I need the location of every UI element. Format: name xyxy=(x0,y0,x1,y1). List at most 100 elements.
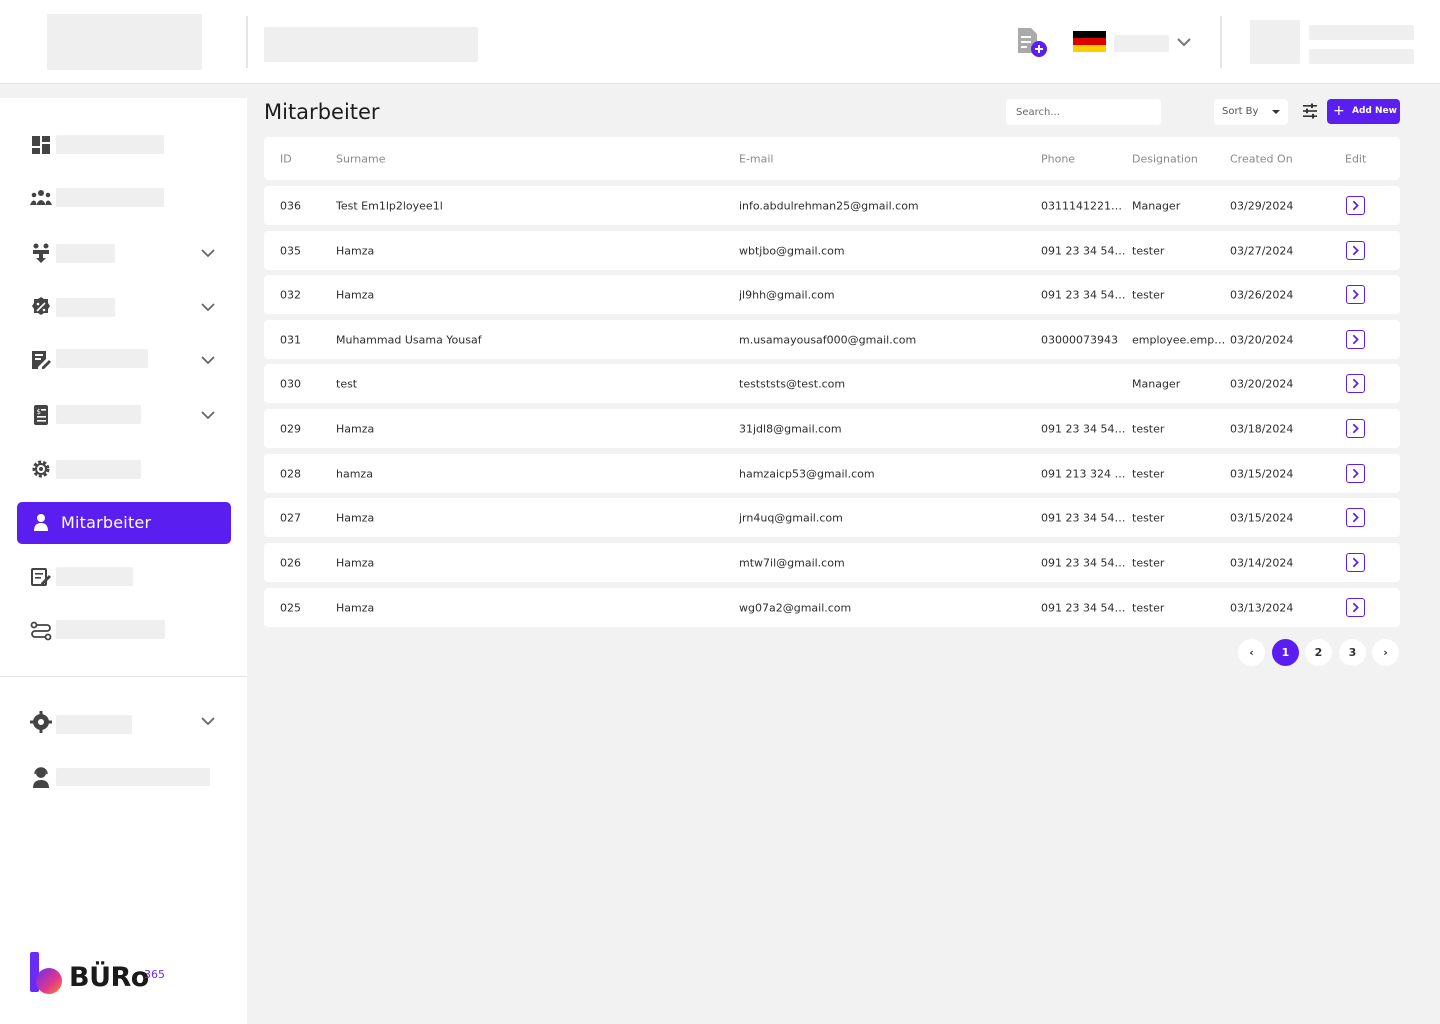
chevron-right-icon[interactable] xyxy=(1346,464,1365,483)
chevron-down-icon[interactable] xyxy=(200,245,216,261)
table-header: ID Surname E-mail Phone Designation Crea… xyxy=(264,137,1400,180)
sidebar-item-structure[interactable] xyxy=(56,244,115,263)
sidebar xyxy=(0,98,247,1024)
cell-phone: 091 23 34 54 65 xyxy=(1041,556,1127,569)
sidebar-item-configuration[interactable] xyxy=(56,715,132,734)
sidebar-item-team[interactable] xyxy=(56,188,164,207)
cell-designation: tester xyxy=(1132,288,1165,301)
chevron-right-icon[interactable] xyxy=(1346,419,1365,438)
chevron-right-icon[interactable] xyxy=(1346,553,1365,572)
chevron-right-icon[interactable] xyxy=(1346,598,1365,617)
search-input[interactable] xyxy=(1006,99,1161,125)
cell-created-on: 03/27/2024 xyxy=(1230,244,1294,257)
table-row[interactable]: 031 Muhammad Usama Yousaf m.usamayousaf0… xyxy=(264,320,1400,359)
germany-flag-icon[interactable] xyxy=(1073,31,1106,52)
add-new-button[interactable]: + Add New xyxy=(1327,99,1400,124)
cell-email: jl9hh@gmail.com xyxy=(739,288,835,301)
pagination-next[interactable]: › xyxy=(1372,639,1399,666)
sidebar-item-settings[interactable] xyxy=(56,460,141,479)
edit-document-icon[interactable] xyxy=(30,349,52,371)
column-header-created-on[interactable]: Created On xyxy=(1230,152,1330,165)
breadcrumb-placeholder xyxy=(264,27,478,62)
sidebar-item-documents[interactable] xyxy=(56,349,148,368)
invoice-icon[interactable]: $ xyxy=(30,404,52,426)
cell-id: 030 xyxy=(280,377,301,390)
route-icon[interactable] xyxy=(30,620,52,642)
column-header-designation[interactable]: Designation xyxy=(1132,152,1226,165)
pagination-page-2[interactable]: 2 xyxy=(1305,639,1332,666)
chevron-right-icon[interactable] xyxy=(1346,330,1365,349)
user-icon xyxy=(34,514,48,531)
cell-phone: 091 23 34 54 65 xyxy=(1041,422,1127,435)
column-header-edit: Edit xyxy=(1345,152,1367,165)
column-header-email[interactable]: E-mail xyxy=(739,152,1034,165)
sidebar-item-mitarbeiter[interactable]: Mitarbeiter xyxy=(17,502,231,544)
sidebar-item-support[interactable] xyxy=(56,768,210,786)
table-row[interactable]: 027 Hamza jrn4uq@gmail.com 091 23 34 54 … xyxy=(264,498,1400,537)
cell-id: 035 xyxy=(280,244,301,257)
column-header-surname[interactable]: Surname xyxy=(336,152,726,165)
table-row[interactable]: 025 Hamza wg07a2@gmail.com 091 23 34 54 … xyxy=(264,588,1400,627)
table-row[interactable]: 029 Hamza 31jdl8@gmail.com 091 23 34 54 … xyxy=(264,409,1400,448)
column-header-id[interactable]: ID xyxy=(280,152,330,165)
chevron-right-icon[interactable] xyxy=(1346,241,1365,260)
table-row[interactable]: 026 Hamza mtw7il@gmail.com 091 23 34 54 … xyxy=(264,543,1400,582)
page-title: Mitarbeiter xyxy=(264,100,380,124)
cell-id: 032 xyxy=(280,288,301,301)
cell-phone: 091 23 34 54 65 xyxy=(1041,288,1127,301)
chevron-right-icon[interactable] xyxy=(1346,285,1365,304)
sidebar-item-tasks[interactable] xyxy=(56,567,133,586)
cell-created-on: 03/18/2024 xyxy=(1230,422,1294,435)
table-row[interactable]: 032 Hamza jl9hh@gmail.com 091 23 34 54 6… xyxy=(264,275,1400,314)
cell-surname: test xyxy=(336,377,358,390)
sidebar-item-invoices[interactable] xyxy=(56,405,141,424)
cell-id: 028 xyxy=(280,467,301,480)
chevron-right-icon[interactable] xyxy=(1346,374,1365,393)
team-icon[interactable] xyxy=(30,187,52,209)
settings-gear-icon[interactable] xyxy=(30,458,52,480)
cog-icon[interactable] xyxy=(30,711,52,733)
support-agent-icon[interactable] xyxy=(30,766,52,788)
cell-surname: Test Em1lp2loyee1l xyxy=(336,199,443,212)
chevron-down-icon[interactable] xyxy=(200,713,216,729)
chevron-down-icon[interactable] xyxy=(1176,34,1192,50)
sidebar-item-dashboard[interactable] xyxy=(56,135,164,154)
org-structure-icon[interactable] xyxy=(30,242,52,264)
cell-email: info.abdulrehman25@gmail.com xyxy=(739,199,919,212)
table-row[interactable]: 028 hamza hamzaicp53@gmail.com 091 213 3… xyxy=(264,454,1400,493)
sidebar-item-discounts[interactable] xyxy=(56,298,115,317)
table-row[interactable]: 035 Hamza wbtjbo@gmail.com 091 23 34 54 … xyxy=(264,231,1400,270)
pagination-page-3[interactable]: 3 xyxy=(1339,639,1366,666)
cell-id: 029 xyxy=(280,422,301,435)
cell-email: hamzaicp53@gmail.com xyxy=(739,467,875,480)
cell-surname: Hamza xyxy=(336,556,375,569)
discount-badge-icon[interactable] xyxy=(30,296,52,318)
cell-id: 026 xyxy=(280,556,301,569)
filter-sliders-icon[interactable] xyxy=(1300,101,1320,121)
chevron-down-icon[interactable] xyxy=(200,352,216,368)
table-row[interactable]: 036 Test Em1lp2loyee1l info.abdulrehman2… xyxy=(264,186,1400,225)
chevron-right-icon[interactable] xyxy=(1346,508,1365,527)
plus-icon: + xyxy=(1333,103,1345,119)
chevron-down-icon[interactable] xyxy=(200,407,216,423)
cell-phone: 031114122145421 xyxy=(1041,199,1127,212)
sidebar-item-routes[interactable] xyxy=(56,620,165,639)
sort-by-dropdown[interactable]: Sort By xyxy=(1214,99,1288,125)
cell-email: m.usamayousaf000@gmail.com xyxy=(739,333,917,346)
checklist-edit-icon[interactable] xyxy=(30,566,52,588)
add-new-label: Add New xyxy=(1352,106,1397,116)
chevron-right-icon[interactable] xyxy=(1346,196,1365,215)
cell-designation: tester xyxy=(1132,244,1165,257)
table-row[interactable]: 030 test testststs@test.com Manager 03/2… xyxy=(264,364,1400,403)
cell-email: testststs@test.com xyxy=(739,377,846,390)
column-header-phone[interactable]: Phone xyxy=(1041,152,1127,165)
cell-id: 027 xyxy=(280,511,301,524)
dashboard-icon[interactable] xyxy=(30,134,52,156)
sort-by-label: Sort By xyxy=(1222,106,1259,117)
cell-email: mtw7il@gmail.com xyxy=(739,556,845,569)
pagination-prev[interactable]: ‹ xyxy=(1238,639,1265,666)
chevron-down-icon[interactable] xyxy=(200,299,216,315)
add-document-icon[interactable] xyxy=(1015,27,1049,59)
avatar[interactable] xyxy=(1250,20,1300,64)
pagination-page-1[interactable]: 1 xyxy=(1272,639,1299,666)
